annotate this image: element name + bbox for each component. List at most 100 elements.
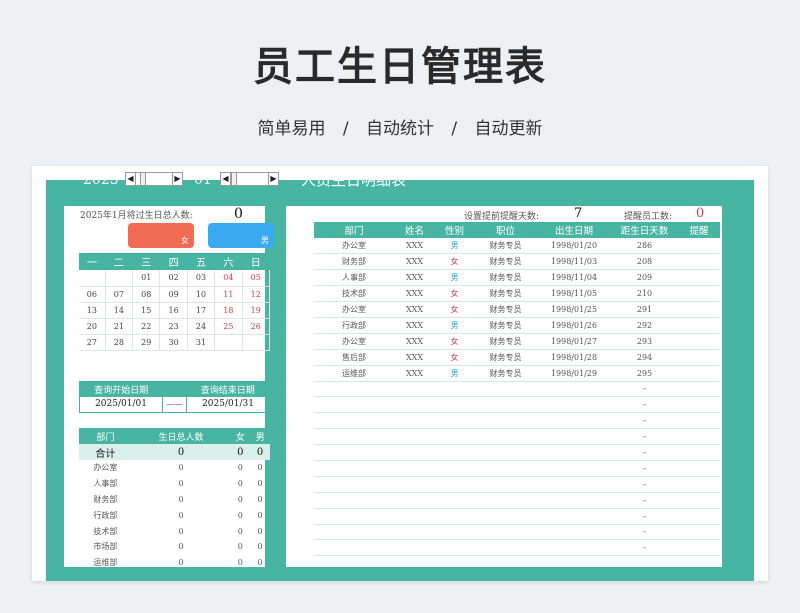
right-panel: 设置提前提醒天数: 7 提醒员工数: 0 部门 姓名 性别 职位 出生日期 距生…: [286, 206, 722, 567]
female-card-label: 女: [181, 236, 189, 245]
table-row: -: [314, 444, 720, 461]
calendar-day[interactable]: 18: [214, 302, 243, 319]
calendar-day[interactable]: 05: [242, 270, 271, 287]
table-row: 运维部 XXX 男财务专员 1998/01/29 295: [314, 365, 720, 382]
calendar-day[interactable]: 15: [132, 302, 161, 319]
table-row: -: [314, 396, 720, 414]
calendar-day[interactable]: 02: [159, 270, 188, 287]
spinner-thumb[interactable]: [140, 173, 146, 185]
calendar-day[interactable]: 06: [79, 286, 106, 303]
spreadsheet: 2025 ◀ ▶ 01 ◀ ▶ 人员生日明细表 2025年1月将过生日总人数: …: [32, 166, 768, 581]
calendar-day[interactable]: 09: [159, 286, 188, 303]
weekday-header: 五: [187, 253, 215, 270]
calendar-day[interactable]: 25: [214, 318, 243, 335]
birthday-count-label: 2025年1月将过生日总人数:: [80, 211, 193, 221]
spinner-thumb[interactable]: [231, 173, 237, 185]
calendar-day[interactable]: 08: [132, 286, 161, 303]
table-row: 财务部 0 0 0: [93, 494, 263, 504]
male-count-card[interactable]: 男: [208, 223, 274, 248]
emp-col-header: 出生日期: [537, 222, 611, 238]
weekday-header: 日: [242, 253, 270, 270]
calendar-day[interactable]: 10: [187, 286, 216, 303]
table-row: 办公室 XXX 女财务专员 1998/01/27 293: [314, 333, 720, 350]
year-spinner[interactable]: ◀ ▶: [125, 172, 183, 186]
tagline: 简单易用 / 自动统计 / 自动更新: [0, 114, 800, 139]
calendar-day[interactable]: 03: [187, 270, 216, 287]
year-value: 2025: [83, 172, 119, 188]
calendar-day[interactable]: 13: [79, 302, 106, 319]
calendar-day[interactable]: 01: [132, 270, 161, 287]
female-count-card[interactable]: 女: [128, 223, 194, 248]
table-row: 财务部 XXX 女财务专员 1998/11/03 208: [314, 253, 720, 271]
calendar-day[interactable]: 14: [105, 302, 134, 319]
spinner-left-arrow-icon[interactable]: ◀: [126, 173, 136, 185]
emp-col-header: 距生日天数: [611, 222, 678, 238]
calendar-day[interactable]: 27: [79, 334, 106, 351]
query-end-input[interactable]: 2025/01/31: [187, 397, 270, 413]
table-row: 行政部 0 0 0: [93, 510, 263, 520]
table-row: -: [314, 460, 720, 477]
table-row: -: [314, 539, 720, 557]
calendar-day[interactable]: [105, 270, 134, 287]
total-birthday: 0: [131, 444, 231, 460]
calendar-day[interactable]: 24: [187, 318, 216, 335]
calendar-day[interactable]: 21: [105, 318, 134, 335]
calendar-day[interactable]: 04: [214, 270, 243, 287]
table-row: 办公室 0 0 0: [93, 463, 263, 473]
remind-count-value: 0: [696, 206, 705, 221]
calendar-day[interactable]: 07: [105, 286, 134, 303]
total-male: 0: [250, 444, 270, 460]
weekday-header: 三: [132, 253, 160, 270]
calendar-day[interactable]: 29: [132, 334, 161, 351]
table-row: 技术部 XXX 女财务专员 1998/11/05 210: [314, 285, 720, 303]
spinner-left-arrow-icon[interactable]: ◀: [221, 173, 231, 185]
calendar-day[interactable]: [242, 334, 271, 351]
calendar-day[interactable]: [79, 270, 106, 287]
tagline-item: 简单易用: [257, 119, 326, 139]
calendar-day[interactable]: 22: [132, 318, 161, 335]
remind-days-input[interactable]: 7: [574, 206, 582, 221]
query-start-input[interactable]: 2025/01/01: [79, 396, 163, 413]
calendar-day[interactable]: 31: [187, 334, 216, 351]
emp-col-header: 性别: [435, 222, 474, 238]
emp-col-header: 提醒: [678, 222, 720, 238]
dept-col-header: 女: [230, 428, 251, 444]
total-row: 合计 0 0 0: [79, 444, 270, 460]
total-female: 0: [230, 444, 251, 460]
dept-col-header: 男: [250, 428, 270, 444]
tagline-item: 自动统计: [366, 119, 434, 139]
query-range-dash: ——: [162, 396, 187, 413]
table-row: 办公室 XXX 女财务专员 1998/01/25 291: [314, 301, 720, 318]
emp-col-header: 姓名: [394, 222, 435, 238]
weekday-header: 六: [214, 253, 243, 270]
spinner-right-arrow-icon[interactable]: ▶: [268, 173, 278, 185]
calendar-day[interactable]: 23: [159, 318, 188, 335]
calendar-day[interactable]: 19: [242, 302, 271, 319]
table-row: 技术部 0 0 0: [93, 526, 263, 536]
calendar-day[interactable]: 26: [242, 318, 271, 335]
calendar-day[interactable]: 28: [105, 334, 134, 351]
month-spinner[interactable]: ◀ ▶: [220, 172, 279, 186]
calendar-day[interactable]: 20: [79, 318, 106, 335]
calendar-day[interactable]: 30: [159, 334, 188, 351]
weekday-header: 四: [159, 253, 188, 270]
table-row: 人事部 XXX 男财务专员 1998/11/04 209: [314, 269, 720, 287]
calendar-day[interactable]: 16: [159, 302, 188, 319]
calendar-day[interactable]: [214, 334, 243, 351]
calendar-day[interactable]: 11: [214, 286, 243, 303]
date-range-query: 查询开始日期 查询结束日期 2025/01/01 —— 2025/01/31: [79, 381, 270, 413]
calendar-day[interactable]: 17: [187, 302, 216, 319]
right-panel-title: 人员生日明细表: [301, 171, 407, 189]
table-row: -: [314, 524, 720, 541]
table-row: -: [314, 381, 720, 398]
weekday-header: 一: [79, 253, 106, 270]
table-row: -: [314, 428, 720, 446]
calendar-day[interactable]: 12: [242, 286, 271, 303]
tagline-separator: /: [451, 119, 458, 139]
emp-col-header: 职位: [474, 222, 537, 238]
dept-col-header: 生日总人数: [131, 428, 231, 444]
male-card-label: 男: [261, 236, 269, 245]
spinner-right-arrow-icon[interactable]: ▶: [172, 173, 182, 185]
table-row: -: [314, 412, 720, 430]
calendar-grid: 一 二 三 四 五 六 日 01 02 03 04 05 06 07 08 09…: [79, 253, 271, 351]
